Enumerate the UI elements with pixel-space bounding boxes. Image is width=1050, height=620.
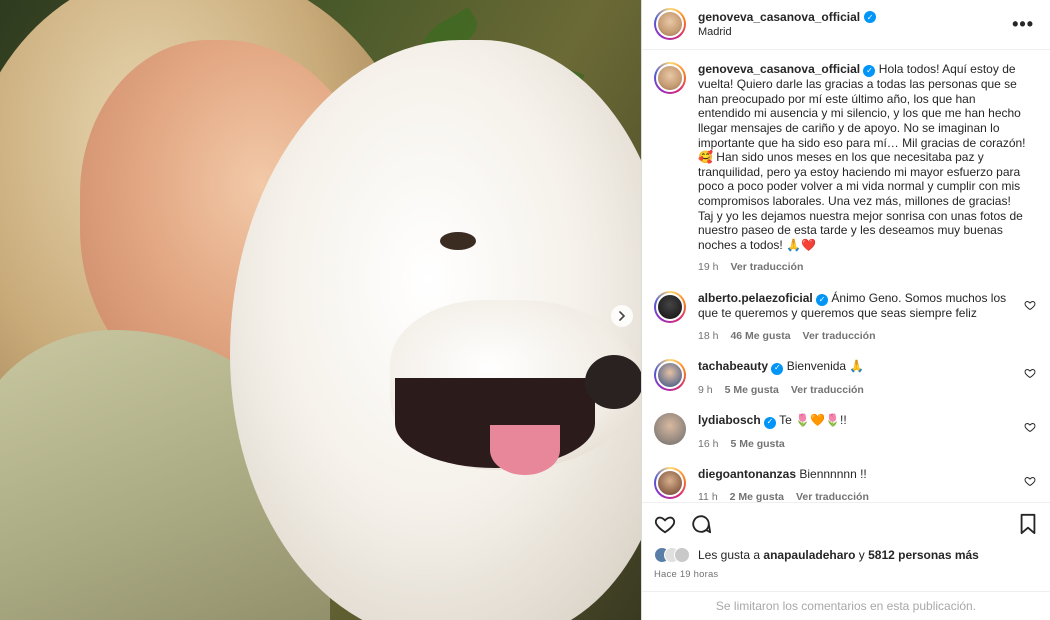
liker-avatar (674, 547, 690, 564)
caption-avatar[interactable] (654, 61, 686, 94)
commenter-avatar[interactable] (654, 467, 686, 500)
comment-translate-link[interactable]: Ver traducción (803, 329, 876, 344)
instagram-post-modal: genoveva_casanova_official ✓ Madrid ••• … (0, 0, 1050, 620)
heart-icon[interactable] (1024, 475, 1036, 487)
commenter-avatar[interactable] (654, 413, 686, 446)
post-location[interactable]: Madrid (698, 26, 876, 38)
comment-row: tachabeauty ✓ Bienvenida 🙏 9 h 5 Me gust… (654, 359, 1038, 397)
heart-icon[interactable] (1024, 421, 1036, 433)
comment-row: diegoantonanzas Biennnnnn !! 11 h 2 Me g… (654, 467, 1038, 502)
verified-badge-icon: ✓ (863, 65, 876, 78)
author-username[interactable]: genoveva_casanova_official ✓ (698, 10, 877, 24)
post-header: genoveva_casanova_official ✓ Madrid ••• (642, 0, 1050, 50)
caption-username[interactable]: genoveva_casanova_official ✓ (698, 62, 876, 78)
comments-limited-notice: Se limitaron los comentarios en esta pub… (642, 591, 1050, 620)
comment-text: Bienvenida 🙏 (786, 359, 865, 374)
caption-text: Hola todos! Aquí estoy de vuelta! Quiero… (698, 61, 1026, 252)
heart-icon[interactable] (654, 513, 676, 535)
heart-icon[interactable] (1024, 299, 1036, 311)
comment-likes[interactable]: 46 Me gusta (730, 329, 790, 344)
more-icon: ••• (1012, 14, 1034, 34)
comment-likes[interactable]: 5 Me gusta (730, 437, 784, 452)
verified-badge-icon: ✓ (864, 11, 877, 24)
comment-row: lydiabosch ✓ Te 🌷🧡🌷!! 16 h 5 Me gusta (654, 413, 1038, 451)
comment-time[interactable]: 18 h (698, 329, 718, 344)
see-translation-link[interactable]: Ver traducción (730, 260, 803, 275)
dog-eye (440, 232, 476, 250)
chevron-right-icon (619, 311, 626, 321)
verified-badge-icon: ✓ (764, 416, 777, 429)
more-options-button[interactable]: ••• (1012, 14, 1034, 35)
heart-icon[interactable] (1024, 367, 1036, 379)
author-avatar[interactable] (654, 8, 686, 41)
verified-badge-icon: ✓ (771, 362, 784, 375)
post-actions: Les gusta a anapauladeharo y 5812 person… (642, 502, 1050, 591)
verified-badge-icon: ✓ (816, 294, 829, 307)
likes-conjunction: y (858, 548, 865, 563)
comments-list[interactable]: genoveva_casanova_official ✓ Hola todos!… (642, 50, 1050, 502)
commenter-username[interactable]: lydiabosch ✓ (698, 413, 777, 429)
dog-tongue (490, 425, 560, 475)
comment-translate-link[interactable]: Ver traducción (796, 490, 869, 502)
caption-time[interactable]: 19 h (698, 260, 718, 275)
comment-time[interactable]: 11 h (698, 490, 718, 502)
comment-icon[interactable] (690, 513, 712, 535)
commenter-username[interactable]: alberto.pelaezoficial ✓ (698, 291, 829, 307)
comment-text: Biennnnnn !! (799, 467, 867, 482)
commenter-username[interactable]: tachabeauty ✓ (698, 359, 784, 375)
post-time-ago[interactable]: Hace 19 horas (654, 569, 1038, 580)
liker-username[interactable]: anapauladeharo (763, 548, 855, 562)
post-caption: genoveva_casanova_official ✓ Hola todos!… (654, 61, 1038, 275)
likes-prefix: Les gusta a (698, 548, 761, 563)
post-side-panel: genoveva_casanova_official ✓ Madrid ••• … (641, 0, 1050, 620)
next-photo-button[interactable] (611, 305, 633, 327)
comment-time[interactable]: 16 h (698, 437, 718, 452)
commenter-avatar[interactable] (654, 290, 686, 323)
comment-time[interactable]: 9 h (698, 383, 713, 398)
comment-text: Te 🌷🧡🌷!! (779, 413, 847, 428)
comment-row: alberto.pelaezoficial ✓ Ánimo Geno. Somo… (654, 290, 1038, 344)
dog-nose (585, 355, 641, 409)
bookmark-icon[interactable] (1018, 513, 1038, 535)
commenter-username[interactable]: diegoantonanzas (698, 467, 796, 481)
comment-likes[interactable]: 5 Me gusta (725, 383, 779, 398)
likes-summary[interactable]: Les gusta a anapauladeharo y 5812 person… (654, 547, 1038, 564)
post-photo[interactable] (0, 0, 641, 620)
comment-translate-link[interactable]: Ver traducción (791, 383, 864, 398)
comment-likes[interactable]: 2 Me gusta (730, 490, 784, 502)
likes-others-count[interactable]: 5812 personas más (868, 548, 979, 562)
commenter-avatar[interactable] (654, 359, 686, 392)
